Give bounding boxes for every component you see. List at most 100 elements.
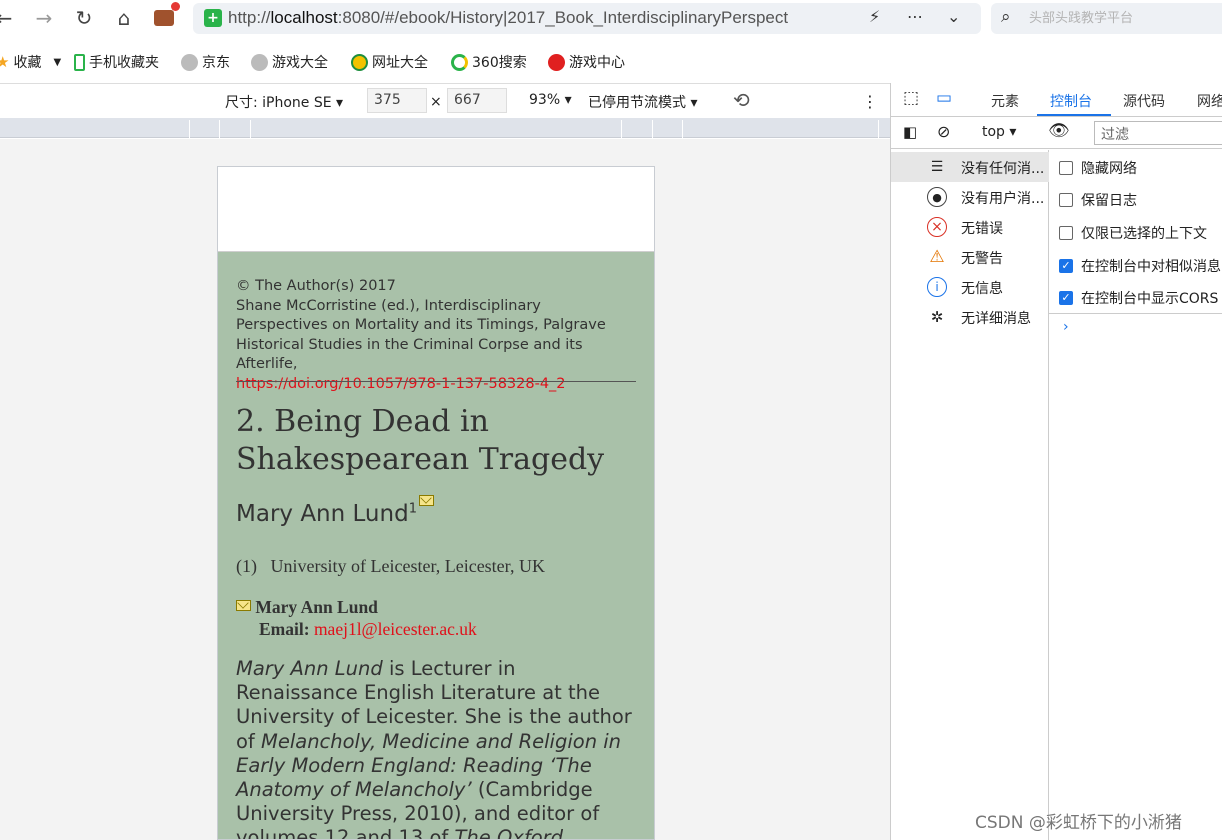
option-preserve-log[interactable]: 保留日志 [1059, 190, 1137, 210]
bookmarks-bar: ★ 收藏 ▼ 手机收藏夹 京东 游戏大全 网址大全 360搜索 游戏中心 [0, 40, 1222, 82]
doi-link[interactable]: https://doi.org/10.1057/978-1-137-58328-… [236, 375, 636, 395]
option-show-cors-errors[interactable]: ✓ 在控制台中显示CORS [1059, 288, 1218, 308]
clear-console-icon[interactable]: ⊘ [937, 122, 950, 141]
bookmark-game-center[interactable]: 游戏中心 [548, 52, 625, 72]
bookmark-360[interactable]: 360搜索 [451, 52, 527, 72]
sidebar-item-warnings[interactable]: ⚠ 无警告 [891, 242, 1049, 272]
more-options-icon[interactable]: ⋮ [862, 92, 878, 111]
console-prompt-chevron-icon[interactable]: › [1063, 319, 1069, 335]
device-toolbar: 尺寸: iPhone SE ▾ 375 × 667 93% ▾ 已停用节流模式 … [0, 83, 890, 117]
checkbox[interactable] [1059, 226, 1073, 240]
phone-icon [74, 53, 85, 71]
envelope-icon [236, 600, 251, 611]
watermark: CSDN @彩虹桥下的小淅猪 [975, 813, 1182, 833]
media-query-ruler[interactable] [0, 118, 890, 138]
bookmark-favorites[interactable]: ★ 收藏 ▼ [0, 52, 61, 72]
console-sidebar: ☰ 没有任何消... ● 没有用户消... × 无错误 ⚠ 无警告 i 无信息 … [891, 150, 1049, 840]
lightning-icon[interactable]: ⚡ [869, 7, 880, 26]
email-link[interactable]: maej1l@leicester.ac.uk [314, 619, 477, 639]
bug-icon: ✲ [930, 308, 944, 326]
back-button[interactable]: ← [0, 4, 18, 32]
chevron-down-icon[interactable]: ⌄ [947, 7, 960, 26]
sidebar-toggle-icon[interactable]: ◧ [903, 123, 917, 141]
console-settings: 隐藏网络 保留日志 仅限已选择的上下文 ✓ 在控制台中对相似消息 ✓ 在控制台中显示… [1049, 150, 1222, 314]
option-hide-network[interactable]: 隐藏网络 [1059, 158, 1137, 178]
affiliation: (1) University of Leicester, Leicester, … [236, 556, 545, 576]
bookmark-games[interactable]: 游戏大全 [251, 52, 328, 72]
plus-circle-icon [351, 53, 368, 71]
option-selected-context-only[interactable]: 仅限已选择的上下文 [1059, 223, 1207, 243]
active-tab-indicator [1037, 114, 1111, 116]
browser-toolbar: ← → ↻ ⌂ + http://localhost:8080/#/ebook/… [0, 0, 1222, 40]
sidebar-item-errors[interactable]: × 无错误 [891, 212, 1049, 242]
console-toolbar: ◧ ⊘ top ▾ 👁 过滤 [891, 118, 1222, 149]
globe-icon [251, 53, 268, 71]
copyright: © The Author(s) 2017 [236, 278, 396, 294]
info-icon: i [927, 277, 947, 297]
option-group-similar[interactable]: ✓ 在控制台中对相似消息 [1059, 256, 1221, 276]
home-button[interactable]: ⌂ [110, 4, 138, 32]
devtools-tabs: ⬚ ▭ 元素 控制台 源代码 网络 [891, 83, 1222, 117]
tab-network[interactable]: 网络 [1197, 91, 1222, 111]
search-box[interactable]: ⌕ 头部头践教学平台 [991, 3, 1222, 34]
author-sup: 1 [408, 501, 417, 517]
author-name: Mary Ann Lund [236, 501, 409, 527]
contact-block: Mary Ann Lund Email: maej1l@leicester.ac… [236, 596, 477, 640]
bookmark-mobile[interactable]: 手机收藏夹 [74, 52, 159, 72]
email-label: Email: [259, 619, 310, 639]
citation-block: © The Author(s) 2017 Shane McCorristine … [236, 277, 636, 394]
throttle-select[interactable]: 已停用节流模式 ▾ [588, 92, 697, 112]
context-select[interactable]: top ▾ [982, 124, 1016, 140]
caret-down-icon: ▼ [53, 56, 62, 68]
sidebar-item-verbose[interactable]: ✲ 无详细消息 [891, 302, 1049, 332]
star-icon: ★ [0, 53, 10, 71]
secure-shield-icon: + [204, 9, 222, 27]
list-icon: ☰ [930, 159, 944, 175]
address-bar[interactable]: + http://localhost:8080/#/ebook/History|… [193, 3, 981, 34]
contact-name: Mary Ann Lund [255, 597, 378, 617]
checkbox[interactable] [1059, 161, 1073, 175]
search-icon: ⌕ [1001, 7, 1011, 27]
globe-icon [181, 53, 198, 71]
extension-icon[interactable] [150, 2, 180, 32]
bookmark-sites[interactable]: 网址大全 [351, 52, 428, 72]
ebook-page: © The Author(s) 2017 Shane McCorristine … [217, 166, 655, 840]
user-icon: ● [927, 187, 947, 207]
device-width-input[interactable]: 375 [367, 88, 427, 113]
device-size-select[interactable]: 尺寸: iPhone SE ▾ [225, 92, 343, 112]
tab-console[interactable]: 控制台 [1050, 91, 1092, 111]
reload-button[interactable]: ↻ [70, 4, 98, 32]
envelope-icon[interactable] [418, 495, 434, 506]
rotate-icon[interactable]: ⟲ [733, 88, 750, 112]
author-line: Mary Ann Lund1 [236, 495, 434, 527]
page-header [218, 167, 654, 252]
tab-sources[interactable]: 源代码 [1123, 91, 1165, 111]
sidebar-item-info[interactable]: i 无信息 [891, 272, 1049, 302]
dimension-separator: × [430, 94, 442, 110]
forward-button[interactable]: → [30, 4, 58, 32]
search-placeholder: 头部头践教学平台 [1029, 11, 1134, 26]
inspect-element-icon[interactable]: ⬚ [903, 88, 919, 108]
divider [236, 381, 636, 382]
sidebar-item-user-messages[interactable]: ● 没有用户消... [891, 182, 1049, 212]
checkbox-checked[interactable]: ✓ [1059, 291, 1073, 305]
tab-elements[interactable]: 元素 [991, 91, 1019, 111]
zoom-select[interactable]: 93% ▾ [529, 92, 572, 108]
sidebar-item-all-messages[interactable]: ☰ 没有任何消... [891, 152, 1049, 182]
citation: Shane McCorristine (ed.), Interdisciplin… [236, 297, 606, 373]
error-icon: × [927, 217, 947, 237]
filter-input[interactable]: 过滤 [1094, 121, 1222, 145]
checkbox-checked[interactable]: ✓ [1059, 259, 1073, 273]
checkbox[interactable] [1059, 193, 1073, 207]
chapter-title: 2. Being Dead in Shakespearean Tragedy [236, 404, 605, 477]
author-bio: Mary Ann Lund is Lecturer in Renaissance… [236, 657, 632, 840]
eye-icon[interactable]: 👁 [1048, 121, 1070, 141]
more-icon[interactable]: ⋯ [907, 7, 923, 26]
devtools-panel: ⬚ ▭ 元素 控制台 源代码 网络 ◧ ⊘ top ▾ 👁 过滤 ☰ 没有任何消… [890, 83, 1222, 840]
search-360-icon [451, 53, 468, 71]
device-toggle-icon[interactable]: ▭ [936, 88, 952, 108]
device-height-input[interactable]: 667 [447, 88, 507, 113]
bookmark-jd[interactable]: 京东 [181, 52, 230, 72]
game-center-icon [548, 53, 565, 71]
warning-icon: ⚠ [929, 247, 945, 267]
